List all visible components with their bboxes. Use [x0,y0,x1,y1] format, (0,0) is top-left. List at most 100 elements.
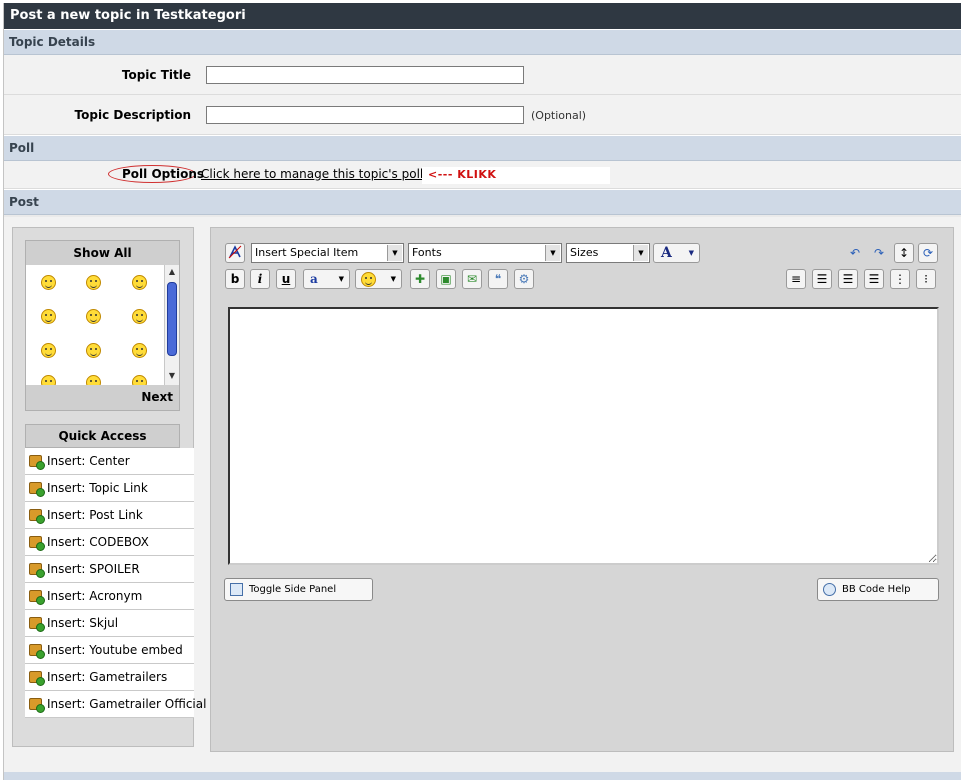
quick-access-item[interactable]: Insert: Gametrailer Official [25,691,206,718]
bottom-bar [4,772,961,780]
emoticon-box: Show All ▲ ▼ Next [25,240,180,411]
remove-format-icon[interactable] [225,243,245,263]
smiley-icon[interactable] [132,343,147,358]
scroll-thumb[interactable] [167,282,177,356]
insert-plugin-icon [29,455,45,470]
align-left-icon[interactable]: ☰ [812,269,832,289]
klikk-annotation: <--- KLIKK [428,168,497,181]
quick-access: Quick Access Insert: Center Insert: Topi… [25,424,206,730]
scroll-up-icon[interactable]: ▲ [165,265,179,279]
smiley-icon[interactable] [41,309,56,324]
insert-plugin-icon [29,671,45,686]
quick-access-item[interactable]: Insert: Acronym [25,583,194,610]
redo-icon[interactable]: ↷ [869,243,889,263]
chevron-down-icon: ▼ [633,245,648,261]
quick-access-item[interactable]: Insert: SPOILER [25,556,194,583]
poll-options-label: Poll Options [122,167,205,181]
quick-access-item[interactable]: Insert: Gametrailers [25,664,194,691]
indent-icon[interactable]: ≡ [786,269,806,289]
chevron-down-icon: ▼ [387,245,402,261]
show-all-emoticons[interactable]: Show All [26,241,179,265]
insert-plugin-icon [29,698,45,713]
insert-email-icon[interactable]: ✉ [462,269,482,289]
align-right-icon[interactable]: ☰ [864,269,884,289]
font-color-button[interactable]: A ▼ [653,243,700,263]
quick-access-item[interactable]: Insert: CODEBOX [25,529,194,556]
chevron-down-icon: ▼ [688,248,694,257]
insert-plugin-icon [29,617,45,632]
resize-editor-icon[interactable]: ↕ [894,243,914,263]
insert-code-icon[interactable]: ⚙ [514,269,534,289]
quick-access-item[interactable]: Insert: Center [25,448,194,475]
smiley-icon[interactable] [132,375,147,385]
insert-plugin-icon [29,590,45,605]
quick-access-item[interactable]: Insert: Topic Link [25,475,194,502]
smiley-icon[interactable] [86,343,101,358]
toggle-side-panel-button[interactable]: Toggle Side Panel [224,578,373,601]
chevron-down-icon: ▼ [545,245,560,261]
smiley-icon [361,272,376,287]
chevron-down-icon: ▼ [390,275,396,283]
bold-button[interactable]: b [225,269,245,289]
chevron-down-icon: ▼ [338,274,344,283]
insert-quote-icon[interactable]: ❝ [488,269,508,289]
sizes-select[interactable]: Sizes ▼ [566,243,650,263]
smiley-icon[interactable] [132,309,147,324]
insert-plugin-icon [29,509,45,524]
scroll-down-icon[interactable]: ▼ [165,369,179,383]
quick-access-list: Insert: Center Insert: Topic Link Insert… [25,448,206,718]
manage-poll-link[interactable]: Click here to manage this topic's poll [201,167,423,181]
info-icon [823,583,836,596]
refresh-icon[interactable]: ⟳ [918,243,938,263]
section-topic-details: Topic Details [4,29,961,55]
emoticon-scrollbar[interactable]: ▲ ▼ [164,265,179,385]
post-area: Show All ▲ ▼ Next Quick Access Insert: C… [4,217,961,780]
emoticon-grid [26,265,164,385]
insert-plugin-icon [29,644,45,659]
editor-panel: Insert Special Item ▼ Fonts ▼ Sizes ▼ A ▼ ↶ … [210,227,954,752]
insert-plugin-icon [29,563,45,578]
emoticon-dropdown[interactable]: ▼ [355,269,402,289]
italic-button[interactable]: i [250,269,270,289]
side-panel-icon [230,583,243,596]
insert-link-icon[interactable]: ✚ [410,269,430,289]
next-emoticons-link[interactable]: Next [141,390,173,404]
highlight-button[interactable]: a ▼ [303,269,350,289]
post-topic-page: Post a new topic in Testkategori Topic D… [3,3,961,780]
emoticon-footer: Next [26,385,179,410]
window-title: Post a new topic in Testkategori [4,3,961,29]
optional-note: (Optional) [531,109,587,122]
topic-description-label: Topic Description [74,108,191,122]
smiley-icon[interactable] [86,375,101,385]
underline-button[interactable]: u [276,269,296,289]
topic-title-input[interactable] [206,66,524,84]
insert-image-icon[interactable]: ▣ [436,269,456,289]
smiley-icon[interactable] [86,275,101,290]
section-poll: Poll [4,135,961,161]
topic-description-input[interactable] [206,106,524,124]
special-item-select[interactable]: Insert Special Item ▼ [251,243,404,263]
poll-row: Poll Options Click here to manage this t… [4,161,961,189]
unordered-list-icon[interactable]: ⁝ [916,269,936,289]
undo-icon[interactable]: ↶ [845,243,865,263]
fonts-select[interactable]: Fonts ▼ [408,243,562,263]
topic-description-row: Topic Description (Optional) [4,95,961,135]
smiley-icon[interactable] [132,275,147,290]
insert-plugin-icon [29,482,45,497]
smiley-icon[interactable] [41,275,56,290]
align-center-icon[interactable]: ☰ [838,269,858,289]
post-editor-textarea[interactable] [228,307,939,565]
smiley-icon[interactable] [41,375,56,385]
topic-title-row: Topic Title [4,55,961,95]
smiley-icon[interactable] [86,309,101,324]
smiley-icon[interactable] [41,343,56,358]
klikk-annotation-box: <--- KLIKK [422,167,610,184]
bbcode-help-button[interactable]: BB Code Help [817,578,939,601]
side-panel: Show All ▲ ▼ Next Quick Access Insert: C… [12,227,206,747]
insert-plugin-icon [29,536,45,551]
section-post: Post [4,189,961,215]
quick-access-item[interactable]: Insert: Post Link [25,502,194,529]
quick-access-item[interactable]: Insert: Youtube embed [25,637,194,664]
quick-access-item[interactable]: Insert: Skjul [25,610,194,637]
ordered-list-icon[interactable]: ⋮ [890,269,910,289]
